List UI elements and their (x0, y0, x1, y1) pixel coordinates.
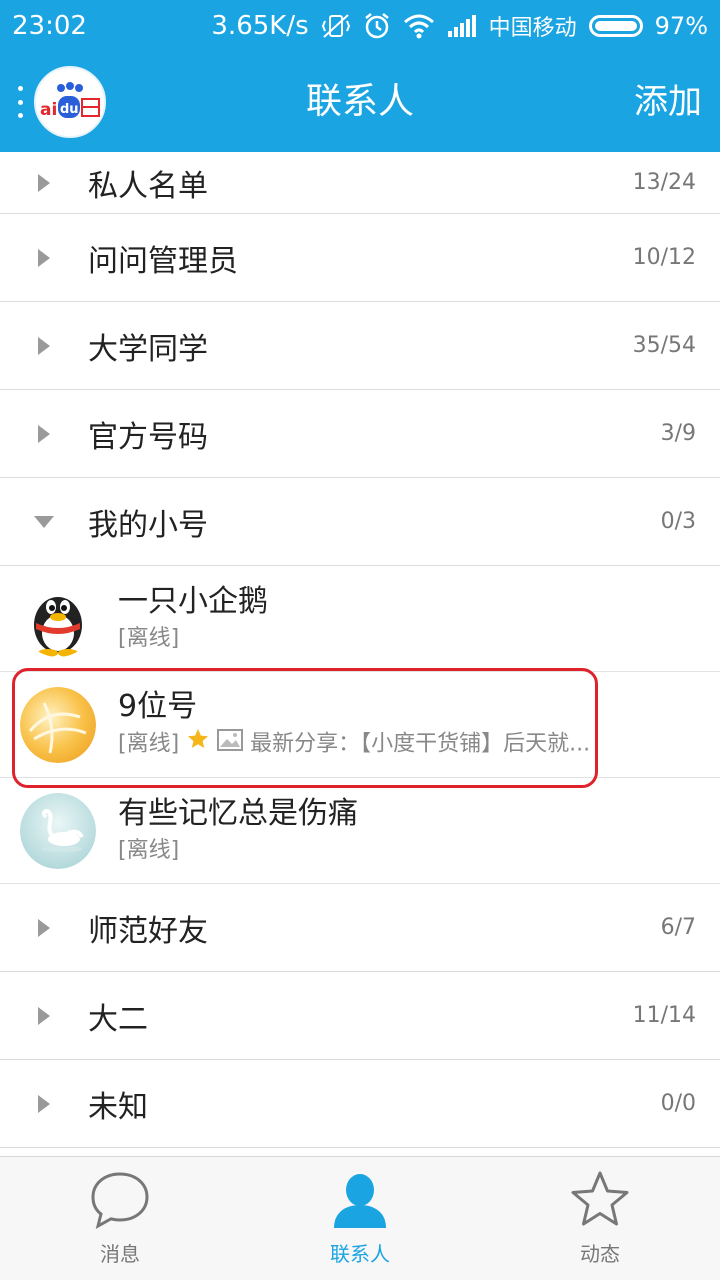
group-row-expanded[interactable]: 我的小号 0/3 (0, 478, 720, 566)
wifi-icon (403, 13, 435, 39)
group-row[interactable]: 私人名单 13/24 (0, 152, 720, 214)
group-name: 未知 (88, 1089, 148, 1125)
caret-right-icon (0, 173, 88, 193)
tab-contacts[interactable]: 联系人 (240, 1157, 480, 1280)
group-row[interactable]: 官方号码 3/9 (0, 390, 720, 478)
group-row[interactable]: 未知 0/0 (0, 1060, 720, 1148)
group-name: 师范好友 (88, 913, 208, 949)
group-name: 问问管理员 (88, 243, 238, 279)
contact-row[interactable]: 9位号 [离线] 最新分享：【小度干货铺】后天就... (0, 672, 720, 778)
star-badge-icon (186, 727, 210, 762)
tab-label: 消息 (100, 1242, 140, 1266)
caret-right-icon (0, 424, 88, 444)
caret-right-icon (0, 336, 88, 356)
group-count: 13/24 (632, 170, 696, 195)
tab-label: 动态 (580, 1242, 620, 1266)
contact-name: 一只小企鹅 (118, 583, 268, 619)
alarm-icon (363, 12, 391, 40)
group-name: 私人名单 (88, 168, 208, 204)
caret-right-icon (0, 1094, 88, 1114)
caret-right-icon (0, 248, 88, 268)
group-count: 0/3 (660, 509, 696, 534)
group-count: 6/7 (660, 915, 696, 940)
person-icon (330, 1170, 390, 1234)
group-count: 3/9 (660, 421, 696, 446)
tab-feed[interactable]: 动态 (480, 1157, 720, 1280)
group-row[interactable]: 师范好友 6/7 (0, 884, 720, 972)
vibrate-off-icon (321, 13, 351, 39)
contact-row[interactable]: 一只小企鹅 [离线] (0, 566, 720, 672)
orange-avatar-icon (20, 686, 96, 763)
star-icon (570, 1170, 630, 1234)
swan-avatar-icon (20, 792, 96, 869)
group-count: 10/12 (632, 245, 696, 270)
contact-status: [离线] (118, 837, 180, 863)
group-count: 0/0 (660, 1091, 696, 1116)
status-bar: 23:02 3.65K/s 中国移动 97% (0, 0, 720, 52)
contact-row[interactable]: 有些记忆总是伤痛 [离线] (0, 778, 720, 884)
caret-right-icon (0, 1006, 88, 1026)
page-title: 联系人 (305, 81, 414, 122)
carrier-name: 中国移动 (488, 16, 577, 41)
penguin-avatar-icon (20, 580, 96, 657)
tab-messages[interactable]: 消息 (0, 1157, 240, 1280)
add-button[interactable]: 添加 (634, 52, 702, 152)
group-name: 大二 (88, 1001, 148, 1037)
battery-percent: 97% (654, 12, 708, 40)
tab-label: 联系人 (330, 1242, 390, 1266)
group-name: 我的小号 (88, 507, 208, 543)
chat-bubble-icon (90, 1170, 150, 1234)
latest-share: 最新分享：【小度干货铺】后天就... (250, 731, 591, 757)
status-time: 23:02 (12, 11, 87, 41)
group-row[interactable]: 大二 11/14 (0, 972, 720, 1060)
contact-status: [离线] (118, 625, 180, 651)
signal-icon (447, 13, 477, 39)
contact-status: [离线] 最新分享：【小度干货铺】后天就... (118, 727, 720, 762)
group-row[interactable]: 问问管理员 10/12 (0, 214, 720, 302)
group-name: 官方号码 (88, 419, 208, 455)
contact-name: 9位号 (118, 689, 198, 724)
contact-name: 有些记忆总是伤痛 (118, 795, 358, 831)
group-count: 35/54 (632, 333, 696, 358)
battery-icon (588, 15, 643, 37)
app-bar: ai du 联系人 添加 (0, 52, 720, 152)
bottom-tab-bar: 消息 联系人 动态 (0, 1156, 720, 1280)
network-speed: 3.65K/s (211, 11, 309, 41)
contact-list[interactable]: 私人名单 13/24 问问管理员 10/12 大学同学 35/54 官方号码 3… (0, 152, 720, 1156)
caret-right-icon (0, 918, 88, 938)
group-count: 11/14 (632, 1003, 696, 1028)
image-icon (217, 728, 244, 762)
caret-down-icon (0, 514, 88, 530)
group-name: 大学同学 (88, 331, 208, 367)
group-row[interactable]: 大学同学 35/54 (0, 302, 720, 390)
